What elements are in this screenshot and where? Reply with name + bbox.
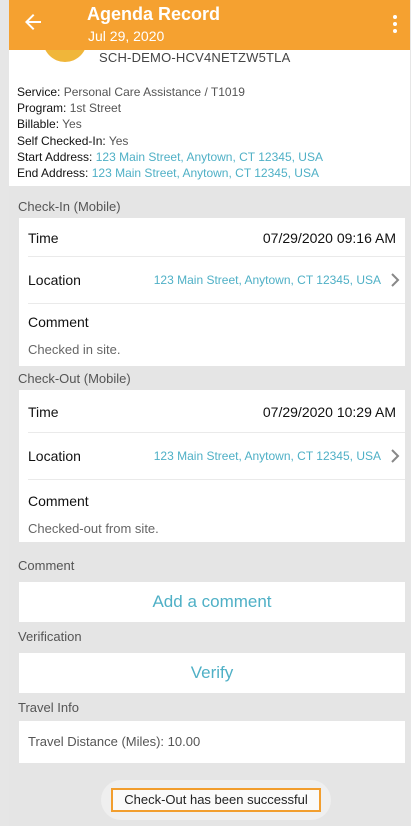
start-address-link[interactable]: 123 Main Street, Anytown, CT 12345, USA	[96, 150, 323, 164]
program-value: 1st Street	[69, 101, 122, 116]
checkout-comment-value: Checked-out from site.	[28, 521, 159, 536]
self-checkin-value: Yes	[108, 133, 129, 148]
checkin-time-row: Time 07/29/2020 09:16 AM	[19, 218, 405, 256]
checkin-time-value: 07/29/2020 09:16 AM	[262, 230, 396, 246]
end-address-link[interactable]: 123 Main Street, Anytown, CT 12345, USA	[92, 166, 319, 180]
checkin-comment-label: Comment	[28, 314, 89, 330]
more-vert-icon[interactable]	[388, 12, 402, 38]
toast-message: Check-Out has been successful	[111, 788, 321, 812]
checkout-time-value: 07/29/2020 10:29 AM	[262, 404, 396, 420]
checkin-card: Time 07/29/2020 09:16 AM Location 123 Ma…	[19, 218, 405, 366]
billable-value: Yes	[62, 117, 82, 132]
checkin-time-label: Time	[28, 230, 59, 246]
checkout-comment-label: Comment	[28, 493, 89, 509]
add-comment-button[interactable]: Add a comment	[19, 582, 405, 622]
checkout-card: Time 07/29/2020 10:29 AM Location 123 Ma…	[19, 390, 405, 542]
checkin-location-value[interactable]: 123 Main Street, Anytown, CT 12345, USA	[154, 273, 381, 287]
arrow-left-icon[interactable]	[21, 10, 45, 34]
checkout-location-value[interactable]: 123 Main Street, Anytown, CT 12345, USA	[154, 449, 381, 463]
verify-button[interactable]: Verify	[19, 653, 405, 693]
record-details: Service: Personal Care Assistance / T101…	[17, 84, 323, 181]
checkout-time-label: Time	[28, 404, 59, 420]
checkin-section-label: Check-In (Mobile)	[18, 199, 121, 214]
checkin-comment-value: Checked in site.	[28, 342, 121, 357]
chevron-right-icon[interactable]	[387, 272, 403, 288]
checkout-location-label: Location	[28, 448, 81, 464]
checkin-location-row[interactable]: Location 123 Main Street, Anytown, CT 12…	[19, 257, 405, 303]
self-checkin-label: Self Checked-In:	[17, 133, 106, 148]
travel-section-label: Travel Info	[18, 700, 79, 715]
page-date: Jul 29, 2020	[88, 28, 165, 44]
checkout-location-row[interactable]: Location 123 Main Street, Anytown, CT 12…	[19, 433, 405, 479]
app-bar: Agenda Record Jul 29, 2020	[9, 0, 410, 50]
record-code: SCH-DEMO-HCV4NETZW5TLA	[99, 50, 291, 65]
service-label: Service:	[17, 85, 61, 99]
app-frame: Agenda Record Jul 29, 2020 SCH-DEMO-HCV4…	[9, 0, 410, 826]
divider	[28, 479, 405, 480]
start-address-label: Start Address:	[17, 149, 93, 164]
checkout-time-row: Time 07/29/2020 10:29 AM	[19, 390, 405, 430]
page-title: Agenda Record	[87, 4, 221, 24]
travel-distance: Travel Distance (Miles): 10.00	[19, 721, 405, 763]
verification-section-label: Verification	[18, 629, 82, 644]
end-address-label: End Address:	[17, 166, 89, 181]
checkout-section-label: Check-Out (Mobile)	[18, 371, 131, 386]
billable-label: Billable:	[17, 117, 60, 132]
checkin-location-label: Location	[28, 272, 81, 288]
comment-section-label: Comment	[18, 558, 75, 573]
program-label: Program:	[17, 101, 67, 116]
chevron-right-icon[interactable]	[387, 448, 403, 464]
divider	[28, 303, 405, 304]
record-summary: SCH-DEMO-HCV4NETZW5TLA Service: Personal…	[9, 34, 410, 186]
toast: Check-Out has been successful	[101, 780, 331, 820]
service-value: Personal Care Assistance / T1019	[63, 85, 245, 99]
